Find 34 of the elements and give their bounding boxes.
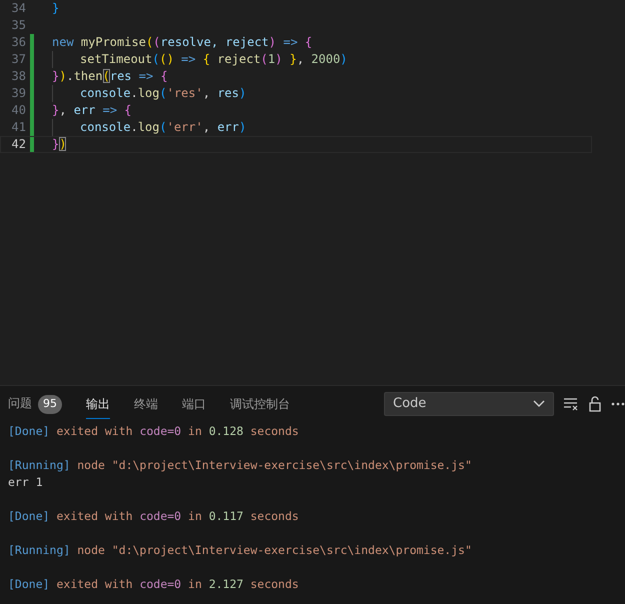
panel-tab[interactable]: 终端: [134, 389, 158, 419]
line-number: 41: [10, 119, 26, 136]
output-line: err 1: [8, 475, 43, 489]
panel-tab[interactable]: 输出: [86, 389, 110, 419]
line-number: 37: [10, 51, 26, 68]
code-line: console.log('res', res): [80, 85, 246, 102]
line-number: 35: [10, 17, 26, 34]
line-number: 34: [10, 0, 26, 17]
output-line: [Done] exited with code=0 in 2.127 seconds: [8, 577, 299, 591]
line-number: 42: [10, 136, 26, 153]
code-line: console.log('err', err): [80, 119, 246, 136]
code-line: new myPromise((resolve, reject) => {: [52, 34, 312, 51]
line-number: 39: [10, 85, 26, 102]
output-line: [Done] exited with code=0 in 0.117 seconds: [8, 509, 299, 523]
count-badge: 95: [38, 395, 62, 414]
code-line: }: [52, 0, 60, 17]
clear-output-icon[interactable]: [563, 397, 579, 411]
line-number: 40: [10, 102, 26, 119]
chevron-down-icon: [533, 400, 545, 408]
output-line: [Running] node "d:\project\Interview-exercise\src\index\promise.js": [8, 458, 472, 472]
panel-tab[interactable]: 端口: [182, 389, 206, 419]
line-number: 38: [10, 68, 26, 85]
code-line: setTimeout(() => { reject(1) }, 2000): [80, 51, 348, 68]
unlock-icon[interactable]: [588, 396, 602, 412]
panel-tab[interactable]: 调试控制台: [230, 389, 290, 419]
more-icon[interactable]: [611, 402, 625, 406]
output-line: [Done] exited with code=0 in 0.128 seconds: [8, 424, 299, 438]
code-line: }): [52, 136, 66, 153]
code-line: }, err => {: [52, 102, 132, 119]
panel-tab[interactable]: 问题 95: [8, 388, 62, 420]
output-channel-dropdown[interactable]: Code: [384, 392, 554, 416]
output-line: [Running] node "d:\project\Interview-exercise\src\index\promise.js": [8, 543, 472, 557]
line-number: 36: [10, 34, 26, 51]
code-line: }).then(res => {: [52, 68, 168, 85]
